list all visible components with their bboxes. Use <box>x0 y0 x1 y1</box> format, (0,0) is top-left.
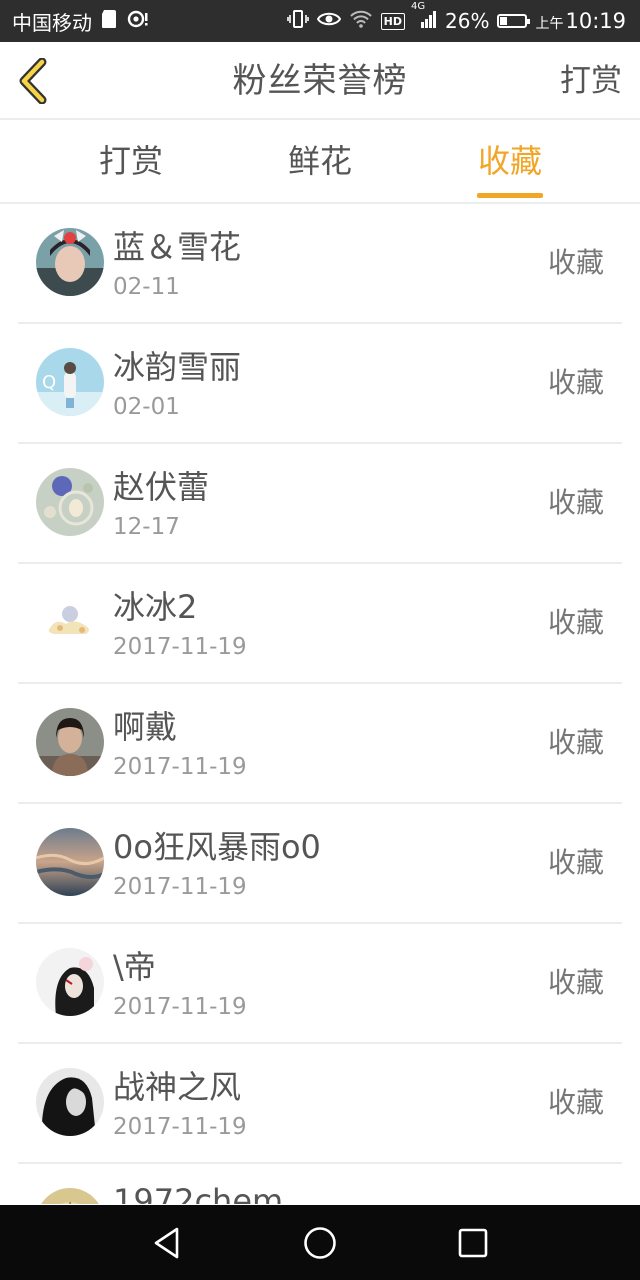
list-item[interactable]: 蓝＆雪花 02-11 收藏 <box>18 204 622 324</box>
status-bar-left: 中国移动 <box>12 7 150 36</box>
network-type-label: 4G <box>411 1 426 12</box>
list-item[interactable]: 1972chem <box>18 1164 622 1204</box>
fan-name: 0o狂风暴雨o0 <box>113 828 321 866</box>
fan-name: \帝 <box>113 948 156 986</box>
avatar: Q <box>36 348 104 416</box>
list-item[interactable]: 啊戴 2017-11-19 收藏 <box>18 684 622 804</box>
fan-date: 2017-11-19 <box>113 634 247 660</box>
eye-icon <box>316 9 341 33</box>
recents-square-icon <box>459 1228 488 1257</box>
avatar <box>36 828 104 896</box>
home-circle-icon <box>304 1226 336 1259</box>
list-item[interactable]: \帝 2017-11-19 收藏 <box>18 924 622 1044</box>
fan-gift-type: 收藏 <box>547 966 604 999</box>
fan-date: 02-11 <box>113 274 180 300</box>
tab-bar: 打赏 鲜花 收藏 <box>0 120 640 204</box>
avatar <box>36 1188 104 1204</box>
sd-card-icon <box>100 9 118 34</box>
hd-badge: HD <box>380 12 406 30</box>
fan-name: 赵伏蕾 <box>113 468 210 506</box>
tab-reward[interactable]: 打赏 <box>66 120 196 202</box>
avatar <box>36 708 104 776</box>
fan-name: 蓝＆雪花 <box>113 228 242 266</box>
time-prefix: 上午 <box>535 16 564 32</box>
fan-name: 冰冰2 <box>113 588 198 626</box>
fan-gift-type: 收藏 <box>547 486 604 519</box>
tab-favorites[interactable]: 收藏 <box>445 120 575 202</box>
system-nav-bar <box>0 1205 640 1280</box>
avatar <box>36 1068 104 1136</box>
fan-date: 2017-11-19 <box>113 754 247 780</box>
avatar <box>36 468 104 536</box>
avatar <box>36 948 104 1016</box>
fan-gift-type: 收藏 <box>547 846 604 879</box>
fan-date: 02-01 <box>113 394 180 420</box>
tab-flowers-label: 鲜花 <box>287 142 352 180</box>
list-item[interactable]: 战神之风 2017-11-19 收藏 <box>18 1044 622 1164</box>
fan-date: 2017-11-19 <box>113 874 247 900</box>
location-icon <box>126 9 150 34</box>
fan-date: 12-17 <box>113 514 180 540</box>
fan-gift-type: 收藏 <box>547 366 604 399</box>
list-item[interactable]: 赵伏蕾 12-17 收藏 <box>18 444 622 564</box>
screen: 中国移动 HD 4G 26% 上午10:19 粉丝荣誉榜 打赏 打赏 鲜花 收藏… <box>0 0 640 1280</box>
nav-back-button[interactable] <box>147 1223 187 1263</box>
fan-gift-type: 收藏 <box>547 1086 604 1119</box>
time-label: 10:19 <box>565 9 626 33</box>
reward-button[interactable]: 打赏 <box>560 42 622 120</box>
svg-text:Q: Q <box>42 372 56 393</box>
nav-recents-button[interactable] <box>453 1223 493 1263</box>
tab-favorites-label: 收藏 <box>477 142 542 180</box>
fan-date: 2017-11-19 <box>113 1114 247 1140</box>
fan-date: 2017-11-19 <box>113 994 247 1020</box>
fan-name: 1972chem <box>113 1182 284 1204</box>
tab-reward-label: 打赏 <box>98 142 163 180</box>
avatar <box>36 228 104 296</box>
fan-name: 冰韵雪丽 <box>113 348 242 386</box>
fan-name: 啊戴 <box>113 708 178 746</box>
fan-gift-type: 收藏 <box>547 606 604 639</box>
fan-gift-type: 收藏 <box>547 246 604 279</box>
fan-gift-type: 收藏 <box>547 726 604 759</box>
app-header: 粉丝荣誉榜 打赏 <box>0 42 640 120</box>
signal-icon: 4G <box>411 1 437 33</box>
list-item[interactable]: Q 冰韵雪丽 02-01 收藏 <box>18 324 622 444</box>
battery-icon <box>497 14 531 28</box>
clock: 上午10:19 <box>535 9 626 33</box>
avatar <box>36 588 104 656</box>
nav-home-button[interactable] <box>300 1223 340 1263</box>
list-item[interactable]: 冰冰2 2017-11-19 收藏 <box>18 564 622 684</box>
fan-name: 战神之风 <box>113 1068 242 1106</box>
active-tab-indicator <box>477 193 543 198</box>
status-bar-right: HD 4G 26% 上午10:19 <box>286 1 626 34</box>
battery-percent: 26% <box>445 9 490 33</box>
vibrate-icon <box>286 9 309 34</box>
back-triangle-icon <box>154 1227 178 1258</box>
carrier-label: 中国移动 <box>12 10 92 35</box>
tab-flowers[interactable]: 鲜花 <box>255 120 385 202</box>
wifi-icon <box>349 9 373 33</box>
fan-list: 蓝＆雪花 02-11 收藏 Q 冰韵雪丽 02-01 收藏 赵伏蕾 12-17 … <box>0 204 640 1204</box>
status-bar: 中国移动 HD 4G 26% 上午10:19 <box>0 0 640 42</box>
page-title: 粉丝荣誉榜 <box>232 61 408 101</box>
list-item[interactable]: 0o狂风暴雨o0 2017-11-19 收藏 <box>18 804 622 924</box>
